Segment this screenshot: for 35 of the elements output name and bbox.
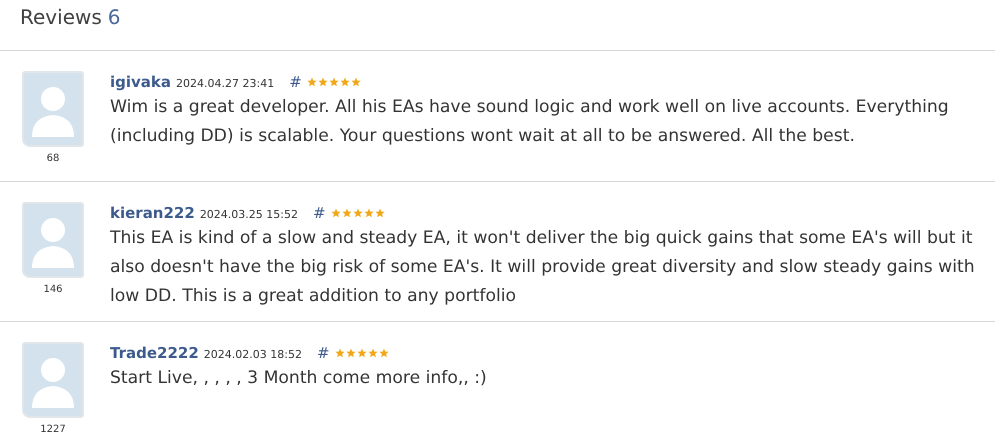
star-icon bbox=[352, 208, 363, 218]
star-icon bbox=[346, 348, 356, 358]
star-icon bbox=[350, 77, 361, 87]
star-icon bbox=[334, 348, 345, 358]
permalink[interactable]: # bbox=[313, 204, 326, 222]
review-count: 6 bbox=[108, 5, 121, 29]
review-date: 2024.02.03 18:52 bbox=[204, 348, 302, 361]
star-icon bbox=[374, 208, 385, 218]
avatar-icon bbox=[22, 202, 84, 278]
star-icon bbox=[306, 77, 317, 87]
author-rating: 68 bbox=[46, 153, 60, 164]
star-icon bbox=[340, 77, 350, 87]
star-icon bbox=[364, 208, 374, 218]
star-icon bbox=[378, 348, 389, 358]
avatar-icon bbox=[22, 342, 84, 418]
review-date: 2024.03.25 15:52 bbox=[200, 208, 298, 221]
author-rating: 1227 bbox=[40, 424, 66, 435]
star-icon bbox=[328, 77, 339, 87]
star-icon bbox=[330, 208, 341, 218]
review-text: Start Live, , , , , 3 Month come more info,, :) bbox=[110, 367, 488, 390]
review-text: This EA is kind of a slow and steady EA, it won't deliver the big quick gains that some EA's will but it also doesn't have the big risk of some EA's. It will provide great diversity and slow steady gains with low DD. This is a great addition to any portfolio bbox=[110, 227, 976, 308]
permalink[interactable]: # bbox=[316, 344, 330, 362]
avatar-icon bbox=[22, 71, 84, 147]
author-rating: 146 bbox=[43, 284, 63, 295]
section-title: Reviews bbox=[20, 5, 102, 29]
author-link[interactable]: kieran222 bbox=[110, 204, 195, 222]
author-link[interactable]: Trade2222 bbox=[110, 344, 199, 362]
star-icon bbox=[342, 208, 352, 218]
review-date: 2024.04.27 23:41 bbox=[176, 77, 274, 90]
permalink[interactable]: # bbox=[289, 73, 302, 91]
author-link[interactable]: igivaka bbox=[110, 73, 172, 91]
star-icon bbox=[368, 348, 378, 358]
star-icon bbox=[356, 348, 367, 358]
review-text: Wim is a great developer. All his EAs have sound logic and work well on live accounts. Everything (including DD) is scalable. Your questions wont wait at all to be answered. All the best. bbox=[110, 96, 950, 148]
star-icon bbox=[318, 77, 328, 87]
